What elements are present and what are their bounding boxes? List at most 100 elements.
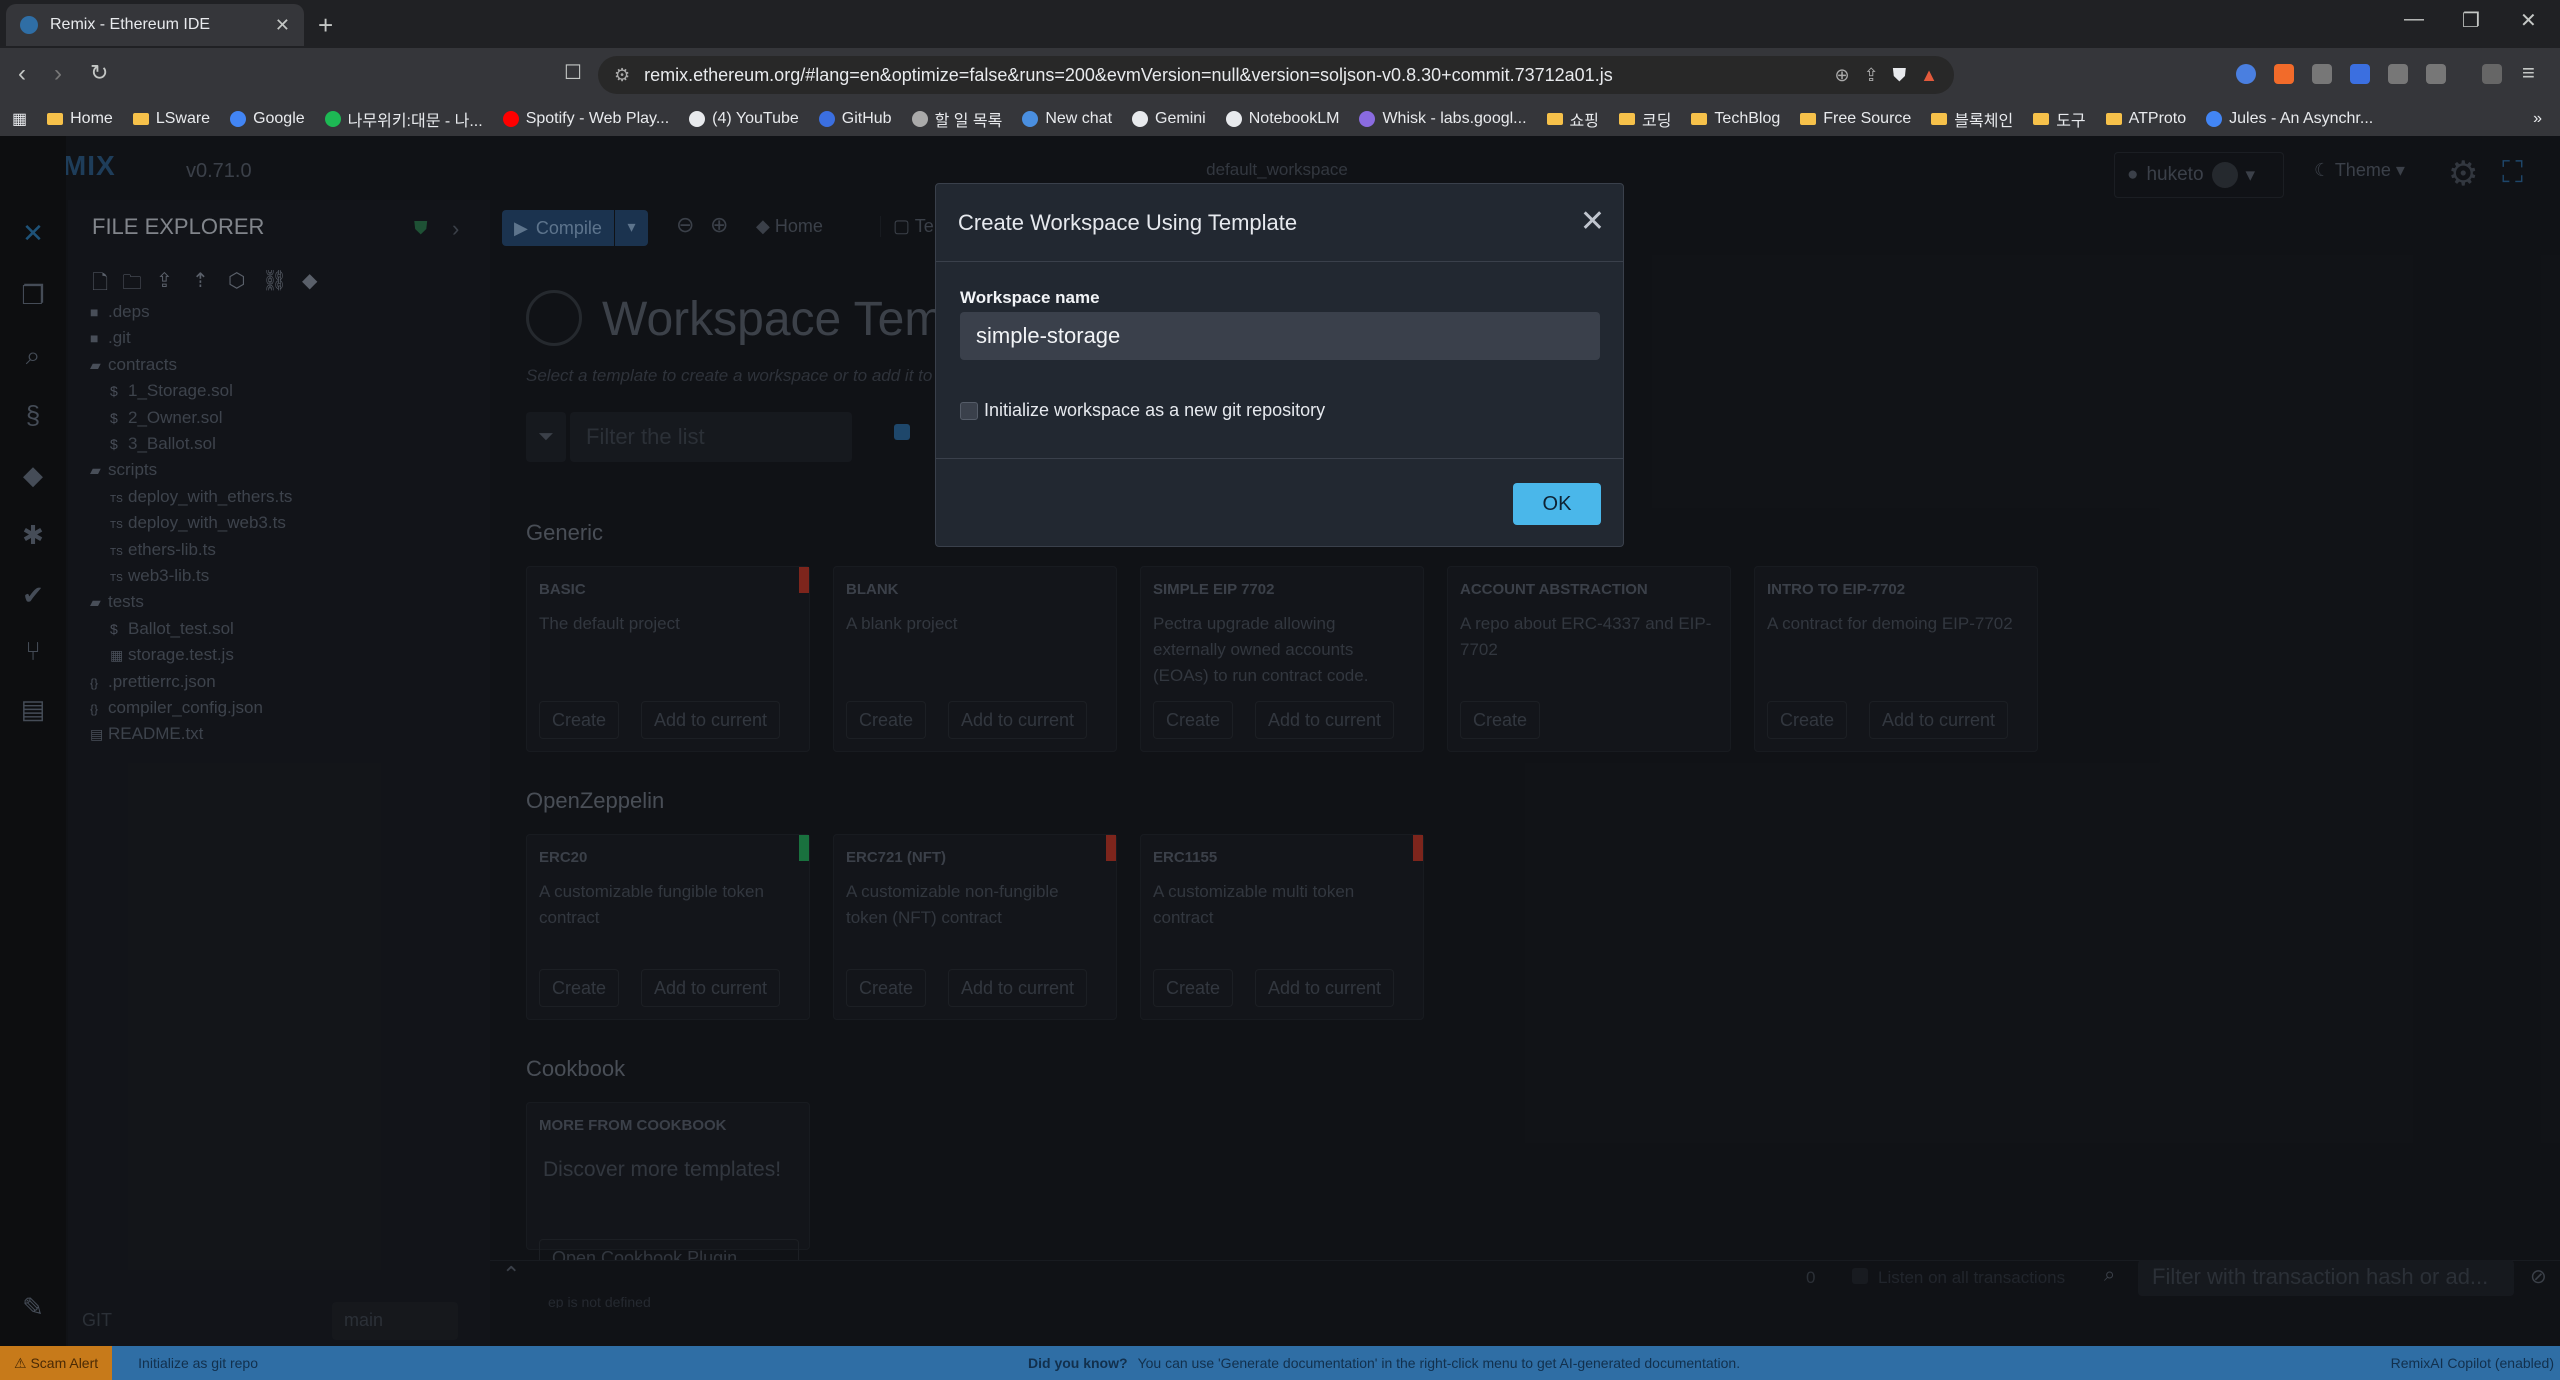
- bookmark-item[interactable]: LSware: [132, 110, 211, 128]
- extension-2-icon[interactable]: [2274, 64, 2294, 84]
- create-workspace-modal: Create Workspace Using Template ✕ Worksp…: [935, 183, 1624, 547]
- zoom-icon[interactable]: ⊕: [1834, 65, 1849, 86]
- git-init-label[interactable]: Initialize workspace as a new git reposi…: [984, 400, 1325, 421]
- wallet-icon[interactable]: [2426, 64, 2446, 84]
- tip-text: You can use 'Generate documentation' in …: [1137, 1355, 1741, 1371]
- bookmark-item[interactable]: NotebookLM: [1225, 110, 1340, 128]
- folder-icon: [132, 113, 149, 125]
- site-favicon-icon: [230, 111, 247, 127]
- bookmark-item[interactable]: (4) YouTube: [689, 110, 799, 128]
- init-git-status[interactable]: Initialize as git repo: [138, 1355, 258, 1371]
- scam-alert[interactable]: ⚠ Scam Alert: [0, 1346, 113, 1380]
- bookmark-label: Jules - An Asynchr...: [2229, 110, 2374, 127]
- bookmark-item[interactable]: Whisk - labs.googl...: [1359, 110, 1527, 128]
- modal-footer: [936, 458, 1623, 459]
- bookmark-label: 도구: [2056, 113, 2086, 130]
- restore-icon[interactable]: ❐: [2462, 8, 2480, 33]
- ok-button[interactable]: OK: [1513, 483, 1601, 525]
- bookmark-label: Spotify - Web Play...: [525, 110, 670, 127]
- status-bar: ⚠ Scam Alert Initialize as git repo Did …: [0, 1346, 2560, 1380]
- folder-icon: [1931, 113, 1948, 125]
- bookmark-item[interactable]: Spotify - Web Play...: [502, 110, 670, 128]
- folder-icon: [47, 113, 64, 125]
- bookmark-label: 코딩: [1641, 113, 1672, 130]
- bookmark-label: Whisk - labs.googl...: [1382, 110, 1527, 127]
- bookmark-item[interactable]: New chat: [1022, 110, 1112, 128]
- browser-menu-icon[interactable]: ≡: [2522, 60, 2535, 86]
- forward-icon[interactable]: ›: [54, 60, 62, 88]
- bookmark-item[interactable]: 코딩: [1618, 107, 1672, 131]
- bookmark-item[interactable]: Google: [230, 110, 305, 128]
- bookmark-item[interactable]: Free Source: [1800, 110, 1911, 128]
- more-bookmarks-icon[interactable]: »: [2533, 110, 2542, 128]
- site-favicon-icon: [1359, 111, 1376, 127]
- tab-close-icon[interactable]: ✕: [275, 15, 290, 36]
- reload-icon[interactable]: ↻: [90, 60, 108, 86]
- bookmark-label: Home: [70, 110, 113, 127]
- bookmark-label: 쇼핑: [1569, 113, 1599, 130]
- bookmark-item[interactable]: ATProto: [2105, 110, 2187, 128]
- bookmark-item[interactable]: TechBlog: [1691, 110, 1780, 128]
- bookmark-label: New chat: [1045, 110, 1113, 127]
- bookmark-item[interactable]: 할 일 목록: [911, 107, 1003, 131]
- folder-icon: [1618, 113, 1635, 125]
- site-favicon-icon: [1132, 111, 1149, 127]
- minimize-icon[interactable]: —: [2404, 8, 2424, 31]
- window-close-icon[interactable]: ✕: [2520, 8, 2537, 33]
- bookmark-label: GitHub: [841, 110, 892, 127]
- close-icon[interactable]: ✕: [1580, 204, 1605, 239]
- bookmark-item[interactable]: Home: [47, 110, 113, 128]
- bookmark-item[interactable]: 블록체인: [1931, 107, 2013, 131]
- remix-favicon-icon: [20, 16, 38, 34]
- workspace-name-input[interactable]: [960, 312, 1600, 360]
- copilot-status[interactable]: RemixAI Copilot (enabled): [2391, 1355, 2554, 1371]
- site-favicon-icon: [689, 111, 706, 127]
- brave-rewards-icon[interactable]: ▲: [1920, 65, 1938, 86]
- extension-4-icon[interactable]: [2350, 64, 2370, 84]
- browser-tab[interactable]: Remix - Ethereum IDE ✕: [6, 4, 304, 46]
- site-favicon-icon: [502, 111, 519, 127]
- bookmark-label: NotebookLM: [1248, 110, 1340, 127]
- extension-3-icon[interactable]: [2312, 64, 2332, 84]
- bookmark-icon[interactable]: ☐: [564, 60, 582, 85]
- tab-title: Remix - Ethereum IDE: [50, 16, 211, 33]
- extensions-puzzle-icon[interactable]: [2388, 64, 2408, 84]
- bookmark-label: 할 일 목록: [934, 113, 1003, 130]
- site-favicon-icon: [1225, 111, 1242, 127]
- extension-1-icon[interactable]: [2236, 64, 2256, 84]
- site-favicon-icon: [1022, 111, 1039, 127]
- url-text[interactable]: remix.ethereum.org/#lang=en&optimize=fal…: [644, 65, 1820, 86]
- modal-title: Create Workspace Using Template: [958, 210, 1298, 235]
- brave-shield-icon[interactable]: ⛊: [1893, 65, 1907, 86]
- folder-icon: [2105, 113, 2122, 125]
- site-favicon-icon: [324, 111, 341, 127]
- git-init-checkbox[interactable]: [960, 402, 978, 420]
- bookmark-label: Free Source: [1823, 110, 1912, 127]
- bookmark-item[interactable]: GitHub: [818, 110, 892, 128]
- did-you-know: Did you know?: [1028, 1355, 1128, 1371]
- folder-icon: [2033, 113, 2050, 125]
- bookmark-label: ATProto: [2128, 110, 2187, 127]
- bookmark-item[interactable]: 도구: [2033, 107, 2086, 131]
- new-tab-icon[interactable]: +: [318, 10, 333, 41]
- bookmark-label: 나무위키:대문 - 나...: [347, 113, 483, 130]
- workspace-name-label: Workspace name: [960, 288, 1100, 307]
- bookmark-label: TechBlog: [1714, 110, 1781, 127]
- bookmark-item[interactable]: Jules - An Asynchr...: [2206, 110, 2373, 128]
- back-icon[interactable]: ‹: [18, 60, 26, 88]
- omnibox[interactable]: ⚙ remix.ethereum.org/#lang=en&optimize=f…: [598, 56, 1954, 94]
- folder-icon: [1800, 113, 1817, 125]
- bookmark-item[interactable]: Gemini: [1132, 110, 1206, 128]
- bookmark-label: LSware: [155, 110, 211, 127]
- bookmark-item[interactable]: 쇼핑: [1546, 107, 1599, 131]
- folder-icon: [1546, 113, 1563, 125]
- site-favicon-icon: [911, 111, 928, 127]
- bookmark-label: Gemini: [1155, 110, 1206, 127]
- bookmark-item[interactable]: 나무위키:대문 - 나...: [324, 107, 483, 131]
- share-icon[interactable]: ⇪: [1864, 65, 1879, 86]
- apps-grid-icon[interactable]: ▦: [12, 109, 27, 129]
- sidebar-toggle-icon[interactable]: [2482, 64, 2502, 84]
- site-settings-icon[interactable]: ⚙: [614, 65, 630, 86]
- browser-tab-bar: Remix - Ethereum IDE ✕ + — ❐ ✕: [0, 0, 2560, 48]
- bookmark-label: (4) YouTube: [712, 110, 799, 127]
